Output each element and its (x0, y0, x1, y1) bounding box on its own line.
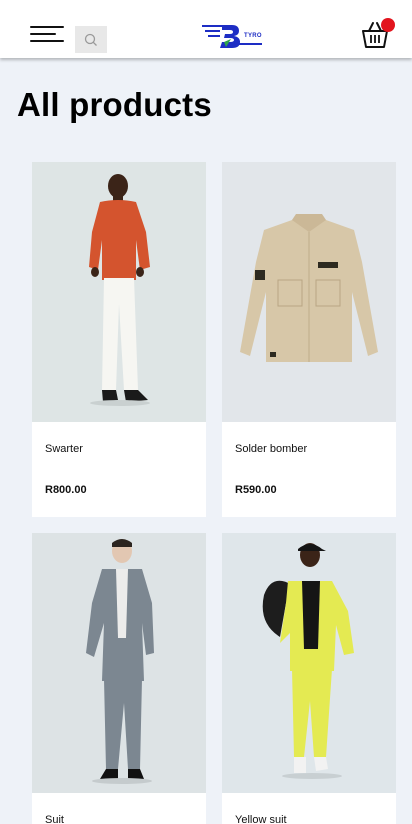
top-header: TYRO (0, 0, 412, 58)
product-card[interactable]: Solder bomber R590.00 (222, 162, 396, 517)
product-name: Swarter (45, 443, 83, 455)
product-image (32, 162, 206, 422)
product-name: Yellow suit (235, 814, 287, 824)
menu-button[interactable] (30, 26, 66, 44)
product-image (32, 533, 206, 793)
product-name: Suit (45, 814, 64, 824)
menu-icon-line (30, 33, 56, 35)
product-card[interactable]: Swarter R800.00 (32, 162, 206, 517)
logo-text: TYRO (244, 33, 262, 39)
product-price: R800.00 (45, 484, 87, 496)
product-image (222, 533, 396, 793)
menu-icon-line (30, 26, 64, 28)
product-price: R590.00 (235, 484, 277, 496)
cart-badge (381, 18, 395, 32)
menu-icon-line (30, 40, 64, 42)
search-button[interactable] (75, 26, 107, 53)
product-card[interactable]: Yellow suit (222, 533, 396, 824)
product-name: Solder bomber (235, 443, 308, 455)
product-image (222, 162, 396, 422)
page-title: All products (17, 86, 212, 123)
product-card[interactable]: Suit (32, 533, 206, 824)
search-icon (84, 33, 97, 46)
